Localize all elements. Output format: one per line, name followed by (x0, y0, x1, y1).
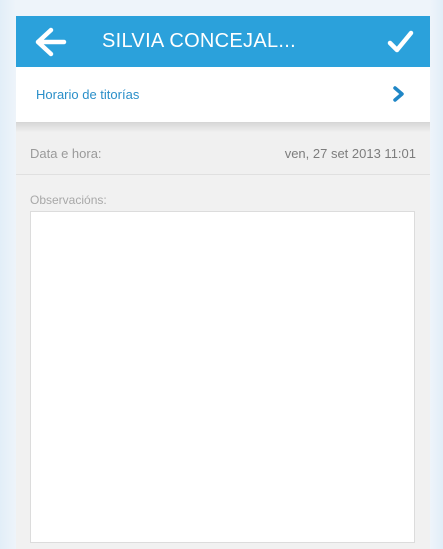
page-title: SILVIA CONCEJAL... (102, 30, 296, 52)
observations-label: Observacións: (30, 193, 107, 207)
arrow-left-icon (35, 27, 67, 57)
chevron-right-icon (393, 86, 404, 102)
observations-textarea[interactable] (30, 211, 415, 543)
background-left (0, 0, 16, 549)
back-button[interactable] (34, 26, 74, 58)
checkmark-icon (387, 30, 414, 53)
datetime-row: Data e hora: ven, 27 set 2013 11:01 (16, 132, 430, 175)
confirm-button[interactable] (384, 27, 416, 57)
app-screen: SILVIA CONCEJAL... Horario de titorías D… (16, 16, 430, 549)
schedule-menu-item[interactable]: Horario de titorías (16, 67, 430, 123)
datetime-label: Data e hora: (30, 146, 102, 161)
background-right (430, 0, 443, 549)
datetime-value: ven, 27 set 2013 11:01 (284, 146, 416, 161)
schedule-menu-label: Horario de titorías (36, 87, 140, 102)
top-bar: SILVIA CONCEJAL... (16, 16, 430, 67)
